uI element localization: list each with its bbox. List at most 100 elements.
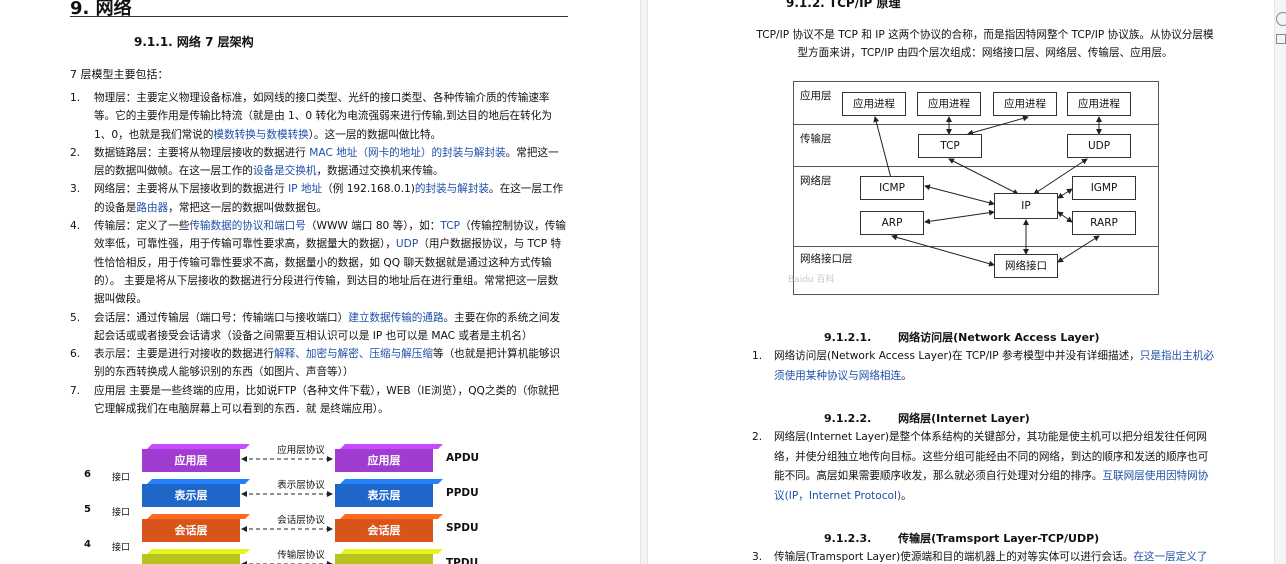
arrow-arp-iface	[891, 234, 995, 267]
item-number: 1.	[752, 350, 763, 362]
list-item: 1. 物理层：主要定义物理设备标准，如网线的接口类型、光纤的接口类型、各种传输介质…	[70, 89, 568, 144]
body-text: 。	[901, 490, 912, 503]
body-text: ，数据通过交换机来传输。	[316, 165, 444, 178]
link-text[interactable]: 解释、加密与解密、压缩与解压缩	[274, 348, 433, 360]
chapter-title: 9. 网络	[70, 0, 132, 19]
link-text[interactable]: 设备是交换机	[253, 165, 317, 177]
arrow-app3-tcp	[967, 115, 1029, 136]
item-body: 网络层(Internet Layer)是整个体系结构的关键部分，其功能是使主机可…	[774, 431, 1208, 502]
section-title: 9.1.1. 网络 7 层架构	[134, 35, 254, 49]
link-text[interactable]: IP 地址	[288, 183, 322, 195]
node-ip: IP	[994, 193, 1058, 219]
osi-layer-box-left: 表示层	[142, 484, 240, 507]
item-body: 网络访问层(Network Access Layer)在 TCP/IP 参考模型…	[774, 350, 1214, 382]
osi-interface-label: 接口	[112, 508, 131, 518]
item-body: 传输层(Tramsport Layer)使源端和目的端机器上的对等实体可以进行会…	[774, 551, 1207, 563]
subsection-title-3: 9.1.2.3. 传输层(Tramsport Layer-TCP/UDP)	[824, 532, 1100, 545]
node-app-process-2: 应用进程	[917, 92, 981, 116]
osi-layer-box-right: 会话层	[335, 519, 433, 542]
left-page: 9. 网络 9.1.1. 网络 7 层架构 7 层模型主要包括： 1. 物理层：主…	[0, 0, 640, 564]
list-item: 5. 会话层：通过传输层（端口号：传输端口与接收端口）建立数据传输的通路。主要在你…	[70, 309, 568, 346]
item-number: 3.	[70, 183, 81, 196]
subsection-item-2: 2. 网络层(Internet Layer)是整个体系结构的关键部分，其功能是使主…	[752, 428, 1218, 507]
node-tcp: TCP	[918, 134, 982, 158]
item-number: 7.	[70, 384, 81, 397]
chapter-rule	[70, 16, 568, 17]
subsection-item-3: 3. 传输层(Tramsport Layer)使源端和目的端机器上的对等实体可以进…	[752, 548, 1218, 564]
node-app-process-4: 应用进程	[1067, 92, 1131, 116]
body-text: （例 192.168.0.1)	[322, 183, 415, 196]
link-text[interactable]: 传输数据的协议和端口号	[189, 220, 306, 232]
node-app-process-3: 应用进程	[993, 92, 1057, 116]
body-text: 会话层：通过传输层（端口号：传输端口与接收端口）	[94, 311, 349, 324]
subsection-title-2: 9.1.2.2. 网络层(Internet Layer)	[824, 412, 1030, 425]
node-igmp: IGMP	[1072, 176, 1136, 200]
section-title-tcpip: 9.1.2. TCP/IP 原理	[786, 0, 901, 10]
link-text[interactable]: UDP	[396, 238, 418, 250]
item-number: 3.	[752, 551, 763, 563]
node-app-process-1: 应用进程	[842, 92, 906, 116]
body-text: 网络访问层(Network Access Layer)在 TCP/IP 参考模型…	[774, 350, 1140, 362]
node-rarp: RARP	[1072, 211, 1136, 235]
right-page: 9.1.2. TCP/IP 原理 TCP/IP 协议不是 TCP 和 IP 这两…	[648, 0, 1286, 564]
list-item: 7. 应用层 主要是一些终端的应用，比如说FTP（各种文件下载），WEB（IE浏览…	[70, 382, 568, 419]
osi-protocol-label: 会话层协议	[277, 515, 325, 526]
osi-layer-list: 1. 物理层：主要定义物理设备标准，如网线的接口类型、光纤的接口类型、各种传输介质…	[70, 89, 568, 418]
subsection-title-1: 9.1.2.1. 网络访问层(Network Access Layer)	[824, 331, 1100, 344]
link-text[interactable]: 模数转换与数模转换	[213, 129, 308, 141]
link-text[interactable]: 在这一层定义了	[1133, 551, 1207, 563]
node-icmp: ICMP	[860, 176, 924, 200]
link-text[interactable]: TCP	[440, 220, 460, 232]
body-text: 数据链路层：主要将从物理层接收的数据进行	[94, 146, 310, 159]
body-text: 。	[901, 369, 912, 382]
item-number: 2.	[752, 431, 763, 443]
osi-protocol-label: 应用层协议	[277, 445, 325, 456]
body-text: ，常把这一层的数据叫做数据包。	[168, 201, 328, 214]
osi-level-number: 4	[84, 539, 91, 550]
node-udp: UDP	[1067, 134, 1131, 158]
body-text: 传输层(Tramsport Layer)使源端和目的端机器上的对等实体可以进行会…	[774, 551, 1134, 563]
osi-pdu-label: TPDU	[446, 557, 479, 564]
side-toolbar[interactable]	[1274, 0, 1286, 564]
arrow-app1-icmp	[873, 116, 894, 183]
body-text: ）。这一层的数据叫做比特。	[308, 128, 442, 141]
body-text: 网络层：主要将从下层接收到的数据进行	[94, 183, 289, 196]
arrow-igmp-ip	[1057, 188, 1073, 199]
body-text: 表示层：主要是进行对接收的数据进行	[94, 348, 275, 361]
link-text[interactable]: 建立数据传输的通路	[348, 312, 443, 324]
body-text: 传输层：定义了一些	[94, 220, 190, 233]
arrow-icmp-ip	[924, 184, 995, 206]
tcpip-intro: TCP/IP 协议不是 TCP 和 IP 这两个协议的合称，而是指因特网整个 T…	[756, 29, 1214, 60]
square-icon[interactable]	[1276, 34, 1286, 44]
osi-interface-label: 接口	[112, 543, 131, 553]
item-number: 5.	[70, 311, 81, 324]
osi-level-number: 5	[84, 504, 91, 515]
link-text[interactable]: MAC 地址（网卡的地址）的封装与解封装	[309, 147, 505, 159]
osi-layer-box-right: 表示层	[335, 484, 433, 507]
circle-icon[interactable]	[1276, 12, 1286, 26]
osi-pdu-label: APDU	[446, 452, 480, 464]
link-text[interactable]: 的封装与解封装	[415, 183, 489, 195]
osi-level-number: 6	[84, 469, 91, 480]
list-item: 2. 数据链路层：主要将从物理层接收的数据进行 MAC 地址（网卡的地址）的封装与…	[70, 144, 568, 181]
node-arp: ARP	[860, 211, 924, 235]
link-text[interactable]: 路由器	[136, 202, 168, 214]
arrow-rarp-iface	[1057, 235, 1100, 263]
item-number: 6.	[70, 348, 81, 361]
osi-layer-box-right	[335, 554, 433, 564]
item-number: 1.	[70, 92, 81, 104]
item-number: 2.	[70, 146, 81, 159]
arrow-ip-rarp	[1057, 211, 1073, 223]
osi-layer-box-left: 应用层	[142, 449, 240, 472]
osi-pdu-label: SPDU	[446, 522, 479, 534]
osi-diagram: 应用层 应用层 6 接口 应用层协议 APDU 表示层 表示层 5 接口 表示层协议 PPDU 会话层会…	[70, 437, 590, 564]
list-item: 3. 网络层：主要将从下层接收到的数据进行 IP 地址（例 192.168.0.1…	[70, 180, 568, 217]
osi-layer-box-left: 会话层	[142, 519, 240, 542]
osi-protocol-label: 表示层协议	[277, 480, 325, 491]
list-item: 4. 传输层：定义了一些传输数据的协议和端口号（WWW 端口 80 等），如：TC…	[70, 217, 568, 308]
list-item: 6. 表示层：主要是进行对接收的数据进行解释、加密与解密、压缩与解压缩等（也就是把…	[70, 345, 568, 382]
intro-text: 7 层模型主要包括：	[70, 68, 169, 81]
item-number: 4.	[70, 220, 81, 233]
arrow-tcp-ip	[948, 158, 1019, 195]
osi-layer-box-right: 应用层	[335, 449, 433, 472]
